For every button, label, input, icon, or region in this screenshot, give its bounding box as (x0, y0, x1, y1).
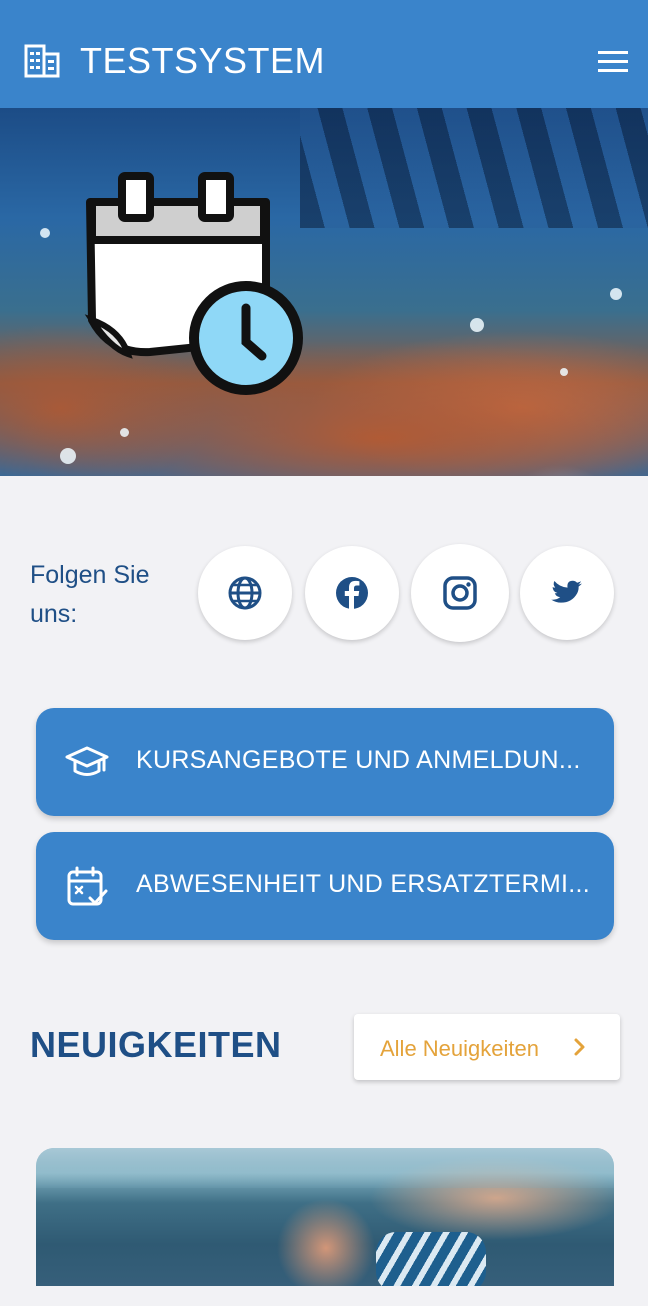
swimsuit-detail (376, 1232, 486, 1286)
water-surface (36, 1148, 614, 1188)
pool-lane-decoration (300, 108, 648, 228)
water-bubble (470, 318, 484, 332)
water-bubble (40, 228, 50, 238)
facebook-link[interactable] (305, 546, 399, 640)
twitter-link[interactable] (520, 546, 614, 640)
all-news-label: Alle Neuigkeiten (380, 1036, 539, 1061)
website-link[interactable] (198, 546, 292, 640)
globe-icon (228, 576, 262, 610)
facebook-icon (336, 577, 368, 609)
course-offers-button[interactable]: KURSANGEBOTE UND ANMELDUN... (36, 708, 614, 816)
follow-us-label: Folgen Sie uns: (30, 561, 150, 628)
water-bubble (560, 368, 568, 376)
hero-image (0, 108, 648, 476)
calendar-clock-icon (84, 172, 303, 395)
building-icon (24, 44, 60, 78)
absence-replacement-label: ABWESENHEIT UND ERSATZTERMI... (136, 870, 590, 898)
all-news-button[interactable]: Alle Neuigkeiten (354, 1014, 620, 1080)
news-card-image[interactable] (36, 1148, 614, 1286)
calendar-check-icon (67, 866, 108, 906)
water-bubble (610, 288, 622, 300)
graduation-cap-icon (65, 746, 109, 776)
water-bubble (120, 428, 129, 437)
news-section-title: NEUIGKEITEN (30, 1024, 282, 1065)
app-header: TESTSYSTEM (0, 0, 648, 108)
chevron-right-icon (574, 1038, 585, 1056)
app-title: TESTSYSTEM (80, 40, 326, 81)
water-bubble (60, 448, 76, 464)
course-offers-label: KURSANGEBOTE UND ANMELDUN... (136, 746, 581, 774)
instagram-icon (443, 576, 477, 610)
instagram-link[interactable] (411, 544, 509, 642)
hamburger-menu-icon[interactable] (596, 48, 630, 76)
twitter-icon (551, 580, 582, 603)
absence-replacement-button[interactable]: ABWESENHEIT UND ERSATZTERMI... (36, 832, 614, 940)
